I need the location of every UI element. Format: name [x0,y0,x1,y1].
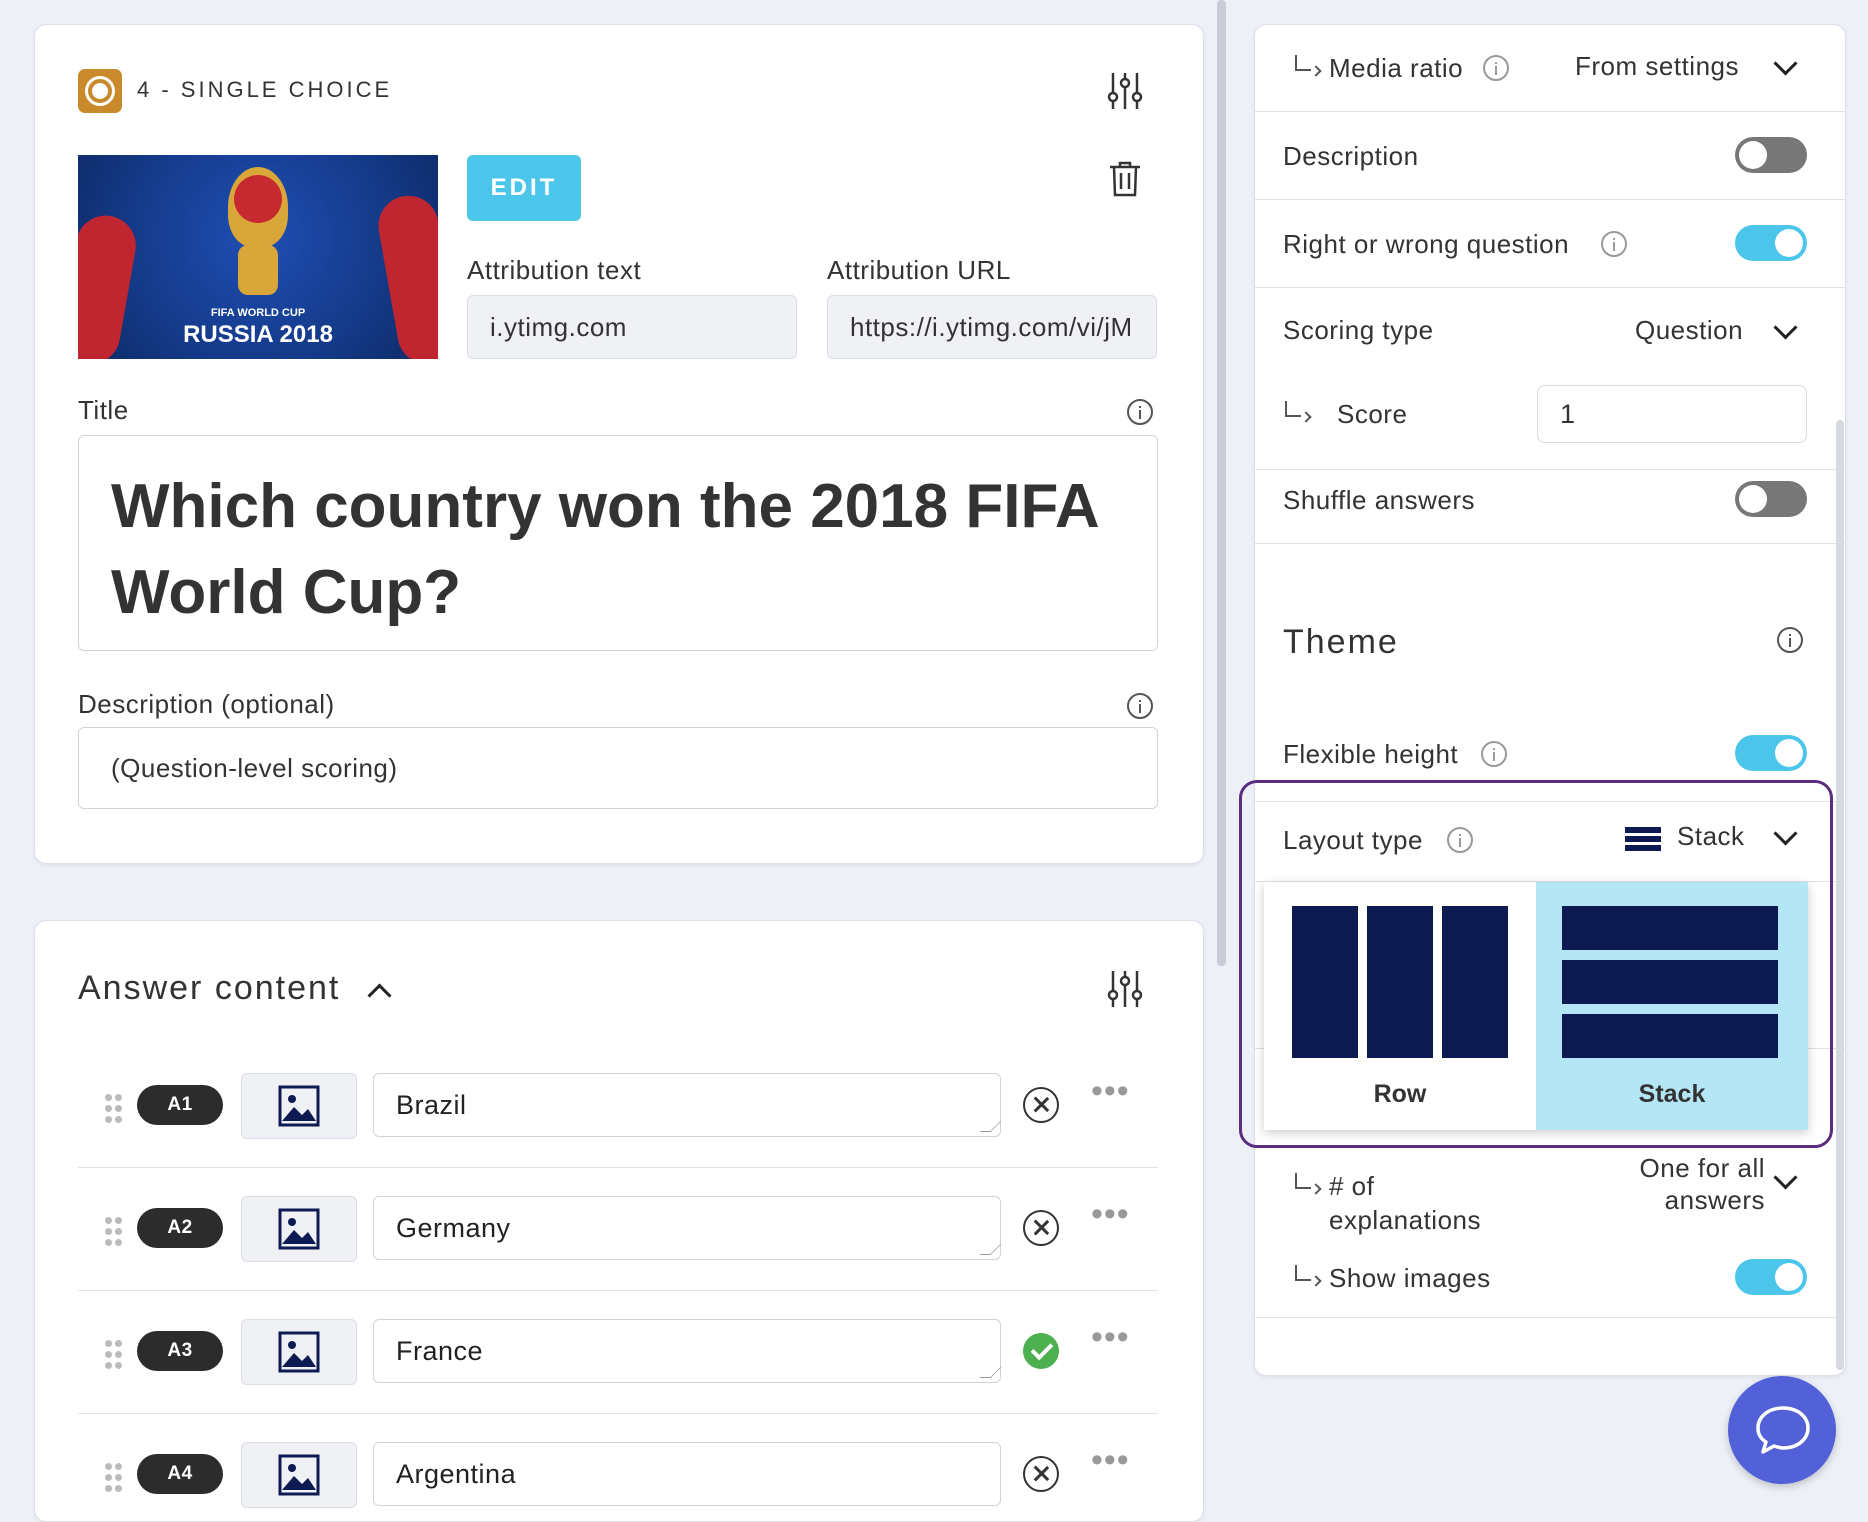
show-images-label: Show images [1329,1263,1491,1293]
collapse-chevron-up-icon[interactable] [367,983,392,1008]
answer-image-button[interactable] [241,1196,357,1262]
answer-content-heading: Answer content [78,969,341,1007]
settings-panel: Media ratio From settings Description Ri… [1254,24,1846,1376]
title-text: Which country won the 2018 FIFA World Cu… [111,472,1098,627]
answer-badge: A4 [137,1454,223,1494]
layout-option-stack-label: Stack [1638,1080,1706,1108]
explanations-label-1: # of [1329,1171,1375,1201]
attribution-text-input[interactable]: i.ytimg.com [467,295,797,359]
answer-text: Germany [396,1212,511,1243]
explanations-label-2: explanations [1329,1205,1481,1235]
remove-answer-icon[interactable] [1023,1456,1059,1492]
title-label: Title [78,395,129,425]
flexible-height-info-icon[interactable] [1481,741,1507,767]
single-choice-icon [78,69,122,113]
answer-text: Brazil [396,1089,467,1120]
remove-answer-icon[interactable] [1023,1087,1059,1123]
score-input[interactable]: 1 [1537,385,1807,443]
layout-option-row-label: Row [1373,1080,1427,1108]
answer-input[interactable]: Germany [373,1196,1002,1260]
correct-answer-icon[interactable] [1023,1333,1059,1369]
description-label: Description (optional) [78,689,335,719]
right-wrong-toggle[interactable] [1735,225,1807,261]
answer-badge: A2 [137,1208,223,1248]
right-wrong-info-icon[interactable] [1601,231,1627,257]
description-text: (Question-level scoring) [111,752,398,783]
layout-options-popover: Row Stack [1264,882,1808,1130]
question-media-image[interactable]: FIFA WORLD CUP RUSSIA 2018 [78,155,438,359]
drag-handle-icon[interactable] [105,1217,123,1247]
answer-badge: A3 [137,1331,223,1371]
answer-image-button[interactable] [241,1073,357,1139]
image-icon [278,1454,320,1496]
scoring-type-value[interactable]: Question [1635,315,1743,346]
answer-image-button[interactable] [241,1442,357,1508]
chat-button[interactable] [1728,1376,1836,1484]
left-scrollbar[interactable] [1217,0,1226,966]
description-info-icon[interactable] [1127,693,1153,719]
scoring-type-label: Scoring type [1283,315,1434,345]
more-options-icon[interactable]: ••• [1091,1443,1130,1477]
drag-handle-icon[interactable] [105,1463,123,1493]
indent-arrow-icon [1295,1173,1311,1189]
answer-input[interactable]: Argentina [373,1442,1001,1506]
edit-media-button[interactable]: EDIT [467,155,581,221]
title-input[interactable]: Which country won the 2018 FIFA World Cu… [78,435,1158,651]
remove-answer-icon[interactable] [1023,1210,1059,1246]
sliders-icon[interactable] [1107,969,1143,1009]
right-wrong-label: Right or wrong question [1283,229,1570,259]
media-caption-bottom: RUSSIA 2018 [183,321,333,348]
question-card: 4 - SINGLE CHOICE FIFA WORLD CUP RUSSIA … [34,24,1204,864]
flexible-height-toggle[interactable] [1735,735,1807,771]
right-scrollbar[interactable] [1836,420,1844,1370]
explanations-value-2[interactable]: answers [1555,1185,1765,1216]
indent-arrow-icon [1295,55,1311,71]
media-ratio-value[interactable]: From settings [1575,51,1739,82]
answer-content-card: Answer content A1 Brazil ••• A2 Germany … [34,920,1204,1522]
image-icon [278,1331,320,1373]
indent-arrow-icon [1295,1265,1311,1281]
answer-badge: A1 [137,1085,223,1125]
theme-heading: Theme [1283,623,1399,661]
media-ratio-label: Media ratio [1329,53,1464,83]
more-options-icon[interactable]: ••• [1091,1320,1130,1354]
description-input[interactable]: (Question-level scoring) [78,727,1158,809]
flexible-height-label: Flexible height [1283,739,1459,769]
description-toggle[interactable] [1735,137,1807,173]
drag-handle-icon[interactable] [105,1340,123,1370]
media-ratio-info-icon[interactable] [1483,55,1509,81]
more-options-icon[interactable]: ••• [1091,1197,1130,1231]
more-options-icon[interactable]: ••• [1091,1074,1130,1108]
answer-text: France [396,1335,484,1366]
description-setting-label: Description [1283,141,1419,171]
answer-text: Argentina [396,1458,517,1489]
sliders-icon[interactable] [1107,71,1143,111]
image-icon [278,1208,320,1250]
score-label: Score [1337,399,1408,429]
layout-option-row[interactable]: Row [1264,882,1536,1130]
image-icon [278,1085,320,1127]
shuffle-answers-toggle[interactable] [1735,481,1807,517]
drag-handle-icon[interactable] [105,1094,123,1124]
shuffle-answers-label: Shuffle answers [1283,485,1476,515]
layout-option-stack[interactable]: Stack [1536,882,1808,1130]
media-caption-top: FIFA WORLD CUP [210,307,306,319]
attribution-url-label: Attribution URL [827,255,1011,285]
scoring-type-chevron-down-icon[interactable] [1773,315,1798,340]
attribution-url-input[interactable]: https://i.ytimg.com/vi/jM [827,295,1157,359]
title-info-icon[interactable] [1127,399,1153,425]
theme-info-icon[interactable] [1777,627,1803,653]
answer-input[interactable]: Brazil [373,1073,1002,1137]
media-ratio-chevron-down-icon[interactable] [1773,51,1798,76]
attribution-text-label: Attribution text [467,255,642,285]
answer-image-button[interactable] [241,1319,357,1385]
explanations-chevron-down-icon[interactable] [1773,1165,1798,1190]
answer-input[interactable]: France [373,1319,1002,1383]
indent-arrow-icon [1285,401,1301,417]
explanations-value-1[interactable]: One for all [1555,1153,1765,1184]
question-type-label: 4 - SINGLE CHOICE [137,77,393,102]
chat-icon [1756,1406,1810,1454]
show-images-toggle[interactable] [1735,1259,1807,1295]
trash-icon[interactable] [1109,161,1141,197]
